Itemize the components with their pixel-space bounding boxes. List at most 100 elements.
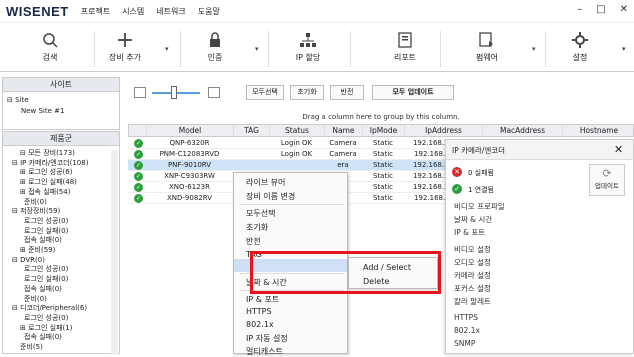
col-ipmode[interactable]: IpMode [363, 125, 405, 137]
settings-chevron-icon[interactable]: ▾ [622, 45, 626, 53]
update-all-button[interactable]: 모두 업데이트 [372, 85, 454, 100]
tree-node[interactable]: ⊞ 로그인 성공(6) [6, 168, 88, 178]
report-label: 리포트 [393, 53, 417, 62]
firmware-chevron-icon[interactable]: ▾ [532, 45, 536, 53]
camera-panel-title: IP 카메라/엔코더 [452, 146, 506, 155]
tree-node[interactable]: 로그인 성공(0) [6, 314, 88, 324]
tree-node[interactable]: 로그인 실패(0) [6, 275, 88, 285]
col-status[interactable]: Status [270, 125, 325, 137]
col-ipaddress[interactable]: IpAddress [405, 125, 483, 137]
invert-button[interactable]: 반전 [330, 85, 364, 100]
tree-node[interactable]: ⊟ 디코더/Peripheral(6) [6, 304, 88, 314]
grid-view-icon[interactable] [134, 87, 146, 98]
network-icon [283, 31, 333, 49]
ip-port-item[interactable]: IP & 포트 [246, 294, 279, 305]
close-icon[interactable]: ✕ [614, 143, 623, 156]
zoom-slider-handle[interactable] [171, 86, 177, 99]
table-cell: PNF-9010RV [167, 161, 212, 169]
tree-node[interactable]: 접속 실패(0) [6, 236, 88, 246]
menu-network[interactable]: 네트워크 [156, 6, 185, 17]
tree-node[interactable]: ⊟ 저장장비(59) [6, 207, 88, 217]
multicast-item[interactable]: 멀티캐스트 [246, 346, 283, 357]
col-macaddress[interactable]: MacAddress [483, 125, 563, 137]
8021x-item[interactable]: 802.1x [246, 320, 274, 329]
reset-item[interactable]: 초기화 [246, 222, 268, 233]
tree-node[interactable]: ⊟ DVR(0) [6, 256, 88, 266]
col-tag[interactable]: TAG [234, 125, 270, 137]
table-cell: era [337, 161, 349, 169]
tree-node[interactable]: 접속 실패(0) [6, 285, 88, 295]
tree-node[interactable]: ⊞ 접속 실패(54) [6, 188, 88, 198]
toolbar: 검색 장비 추가 ▾ 인증 ▾ IP 할당 리포트 펌웨어 ▾ 설정 ▾ [0, 22, 634, 72]
tree-node[interactable]: ⊟ 모든 장비(173) [6, 149, 88, 159]
camera-setting-item[interactable]: SNMP [454, 339, 475, 348]
site-child[interactable]: New Site #1 [7, 106, 115, 117]
live-viewer-item[interactable]: 라이브 뷰어 [246, 177, 285, 188]
tree-node[interactable]: ⊞ 로그인 실패(48) [6, 178, 88, 188]
tree-node[interactable]: ⊞ 준비(59) [6, 246, 88, 256]
camera-setting-item[interactable]: 날짜 & 시간 [454, 214, 492, 225]
col-model[interactable]: Model [147, 125, 234, 137]
add-device-button[interactable]: 장비 추가 [100, 31, 150, 63]
tree-node[interactable]: ⊞ 로그인 실패(1) [6, 324, 88, 334]
table-cell: Static [372, 194, 393, 202]
minimize-button[interactable]: – [577, 4, 582, 15]
app-logo: WISENET [6, 3, 69, 19]
https-item[interactable]: HTTPS [246, 307, 272, 316]
firmware-button[interactable]: 펌웨어 [462, 31, 512, 63]
camera-setting-item[interactable]: 비디오 프로파일 [454, 201, 505, 212]
menu-separator [240, 204, 344, 205]
add-device-chevron-icon[interactable]: ▾ [165, 45, 169, 53]
tree-node[interactable]: 준비(0) [6, 198, 88, 208]
ip-auto-item[interactable]: IP 자동 설정 [246, 333, 288, 344]
failure-icon: ✕ [452, 167, 462, 177]
search-button[interactable]: 검색 [30, 31, 70, 63]
menu-project[interactable]: 프로젝트 [81, 6, 110, 17]
col-name[interactable]: Name [325, 125, 363, 137]
tree-scrollbar[interactable] [111, 150, 118, 355]
title-bar: WISENET 프로젝트 시스템 네트워크 도움말 [0, 0, 634, 22]
menu-help[interactable]: 도움말 [198, 6, 220, 17]
tree-node[interactable]: 로그인 성공(0) [6, 265, 88, 275]
tree-node[interactable]: ⊟ IP 카메라/엔코더(108) [6, 159, 88, 169]
table-cell: QNP-6320R [169, 139, 210, 147]
invert-item[interactable]: 반전 [246, 236, 261, 247]
camera-setting-item[interactable]: 카메라 설정 [454, 270, 491, 281]
tree-node[interactable]: 준비(5) [6, 343, 88, 353]
reset-button[interactable]: 초기화 [290, 85, 324, 100]
status-ok-icon: ✓ [134, 172, 143, 181]
table-cell: Static [372, 172, 393, 180]
report-button[interactable]: 리포트 [380, 31, 430, 63]
site-root[interactable]: ⊟ Site [7, 95, 115, 106]
search-icon [30, 31, 70, 49]
group-drag-hint[interactable]: Drag a column here to group by this colu… [128, 110, 634, 124]
col-hostname[interactable]: Hostname [563, 125, 634, 137]
camera-setting-item[interactable]: 오디오 설정 [454, 257, 491, 268]
close-button[interactable]: ✕ [620, 4, 628, 15]
camera-setting-item[interactable]: 비디오 설정 [454, 244, 491, 255]
failed-count: 0 실패됨 [468, 169, 494, 177]
tree-node[interactable]: 준비(0) [6, 295, 88, 305]
update-button[interactable]: ⟳ 업데이트 [589, 164, 625, 196]
select-all-button[interactable]: 모두선택 [246, 85, 284, 100]
camera-setting-item[interactable]: IP & 포트 [454, 227, 485, 238]
camera-setting-item[interactable]: HTTPS [454, 313, 478, 322]
ip-assign-button[interactable]: IP 할당 [283, 31, 333, 63]
settings-button[interactable]: 설정 [555, 31, 605, 63]
tree-node[interactable]: 로그인 성공(0) [6, 217, 88, 227]
list-view-icon[interactable] [208, 87, 220, 98]
rename-device-item[interactable]: 장비 이름 변경 [246, 191, 295, 202]
search-label: 검색 [42, 53, 58, 62]
camera-setting-item[interactable]: 포커스 설정 [454, 283, 491, 294]
tree-node[interactable]: 로그인 실패(0) [6, 227, 88, 237]
status-ok-icon: ✓ [134, 183, 143, 192]
tree-node[interactable]: 접속 실패(0) [6, 333, 88, 343]
auth-chevron-icon[interactable]: ▾ [255, 45, 259, 53]
table-cell: Camera [329, 139, 357, 147]
auth-button[interactable]: 인증 [195, 31, 235, 63]
camera-setting-item[interactable]: 칼라 팔레트 [454, 296, 491, 307]
camera-setting-item[interactable]: 802.1x [454, 326, 480, 335]
select-all-item[interactable]: 모두선택 [246, 208, 275, 219]
menu-system[interactable]: 시스템 [122, 6, 144, 17]
maximize-button[interactable]: □ [596, 4, 605, 15]
